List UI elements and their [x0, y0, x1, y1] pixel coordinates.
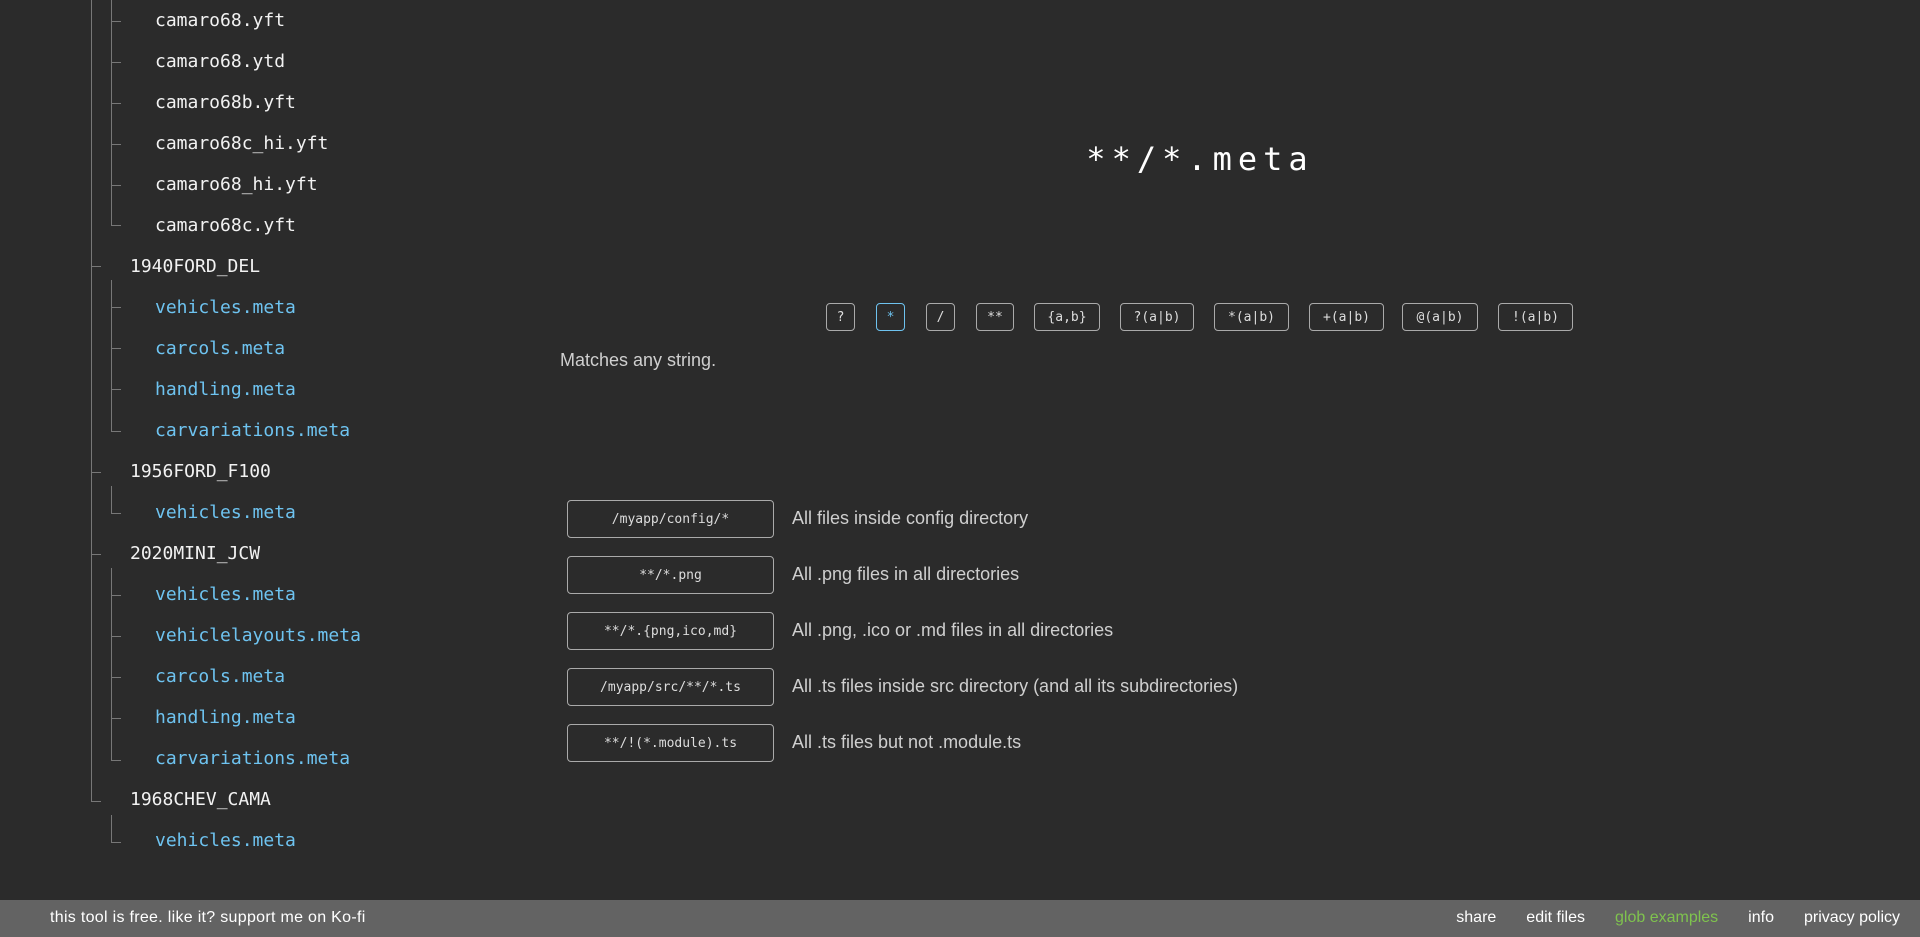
tree-branch-line — [111, 144, 121, 145]
tree-branch-line — [111, 431, 121, 432]
privacy-policy-link[interactable]: privacy policy — [1804, 909, 1900, 927]
tree-file[interactable]: camaro68.yft — [155, 9, 285, 33]
tree-guide-line — [111, 280, 112, 431]
tree-file-match[interactable]: handling.meta — [155, 706, 296, 730]
edit-files-link[interactable]: edit files — [1526, 909, 1585, 927]
example-pattern-button[interactable]: **/!(*.module).ts — [567, 724, 774, 762]
tree-branch-line — [111, 103, 121, 104]
tree-branch-line — [111, 389, 121, 390]
token-braces-button[interactable]: {a,b} — [1034, 303, 1100, 331]
example-description: All .png files in all directories — [792, 564, 1020, 584]
tree-file-match[interactable]: vehicles.meta — [155, 583, 296, 607]
tree-file-match[interactable]: vehiclelayouts.meta — [155, 624, 361, 648]
token-plus-group-button[interactable]: +(a|b) — [1309, 303, 1384, 331]
token-star-group-button[interactable]: *(a|b) — [1214, 303, 1289, 331]
glob-pattern-display[interactable]: **/*.meta — [1000, 140, 1400, 178]
token-question-group-button[interactable]: ?(a|b) — [1120, 303, 1194, 331]
token-slash-button[interactable]: / — [926, 303, 955, 331]
tree-branch-line — [111, 677, 121, 678]
example-description: All .ts files inside src directory (and … — [792, 676, 1239, 696]
tree-file[interactable]: camaro68.ytd — [155, 50, 285, 74]
tree-branch-line — [91, 801, 101, 802]
footer-nav: share edit files glob examples info priv… — [1456, 909, 1900, 927]
tree-guide-line — [111, 486, 112, 513]
tree-file[interactable]: camaro68c_hi.yft — [155, 132, 328, 156]
tree-branch-line — [111, 225, 121, 226]
example-pattern-button[interactable]: /myapp/src/**/*.ts — [567, 668, 774, 706]
tree-branch-line — [111, 595, 121, 596]
tree-folder[interactable]: 1956FORD_F100 — [130, 460, 271, 484]
kofi-support-link[interactable]: this tool is free. like it? support me o… — [50, 909, 366, 927]
tree-branch-line — [111, 513, 121, 514]
file-tree: camaro68.yft camaro68.ytd camaro68b.yft … — [0, 0, 520, 900]
tree-file-match[interactable]: carcols.meta — [155, 337, 285, 361]
tree-file[interactable]: camaro68_hi.yft — [155, 173, 318, 197]
tree-folder[interactable]: 2020MINI_JCW — [130, 542, 260, 566]
example-pattern-button[interactable]: **/*.png — [567, 556, 774, 594]
tree-file[interactable]: camaro68b.yft — [155, 91, 296, 115]
tree-file-match[interactable]: handling.meta — [155, 378, 296, 402]
tree-file-match[interactable]: carcols.meta — [155, 665, 285, 689]
tree-branch-line — [111, 185, 121, 186]
tree-folder[interactable]: 1968CHEV_CAMA — [130, 788, 271, 812]
tree-branch-line — [111, 21, 121, 22]
example-pattern-button[interactable]: /myapp/config/* — [567, 500, 774, 538]
tree-branch-line — [111, 636, 121, 637]
example-description: All .ts files but not .module.ts — [792, 732, 1022, 752]
tree-file-match[interactable]: carvariations.meta — [155, 747, 350, 771]
tree-branch-line — [91, 472, 101, 473]
tree-guide-line — [91, 0, 92, 801]
tree-branch-line — [111, 307, 121, 308]
example-pattern-button[interactable]: **/*.{png,ico,md} — [567, 612, 774, 650]
tree-branch-line — [111, 718, 121, 719]
tree-guide-line — [111, 815, 112, 842]
tree-folder[interactable]: 1940FORD_DEL — [130, 255, 260, 279]
tree-branch-line — [111, 348, 121, 349]
tree-file-match[interactable]: vehicles.meta — [155, 829, 296, 853]
token-star-button[interactable]: * — [876, 303, 905, 331]
tree-branch-line — [91, 266, 101, 267]
tree-file-match[interactable]: vehicles.meta — [155, 296, 296, 320]
tree-guide-line — [111, 0, 112, 225]
tree-file-match[interactable]: vehicles.meta — [155, 501, 296, 525]
token-not-group-button[interactable]: !(a|b) — [1498, 303, 1573, 331]
tree-branch-line — [111, 760, 121, 761]
token-globstar-button[interactable]: ** — [976, 303, 1014, 331]
info-link[interactable]: info — [1748, 909, 1774, 927]
tree-file-match[interactable]: carvariations.meta — [155, 419, 350, 443]
example-description: All files inside config directory — [792, 508, 1029, 528]
example-description: All .png, .ico or .md files in all direc… — [792, 620, 1114, 640]
token-description: Matches any string. — [560, 350, 717, 370]
footer-bar: this tool is free. like it? support me o… — [0, 900, 1920, 937]
glob-examples-link[interactable]: glob examples — [1615, 909, 1718, 927]
tree-file[interactable]: camaro68c.yft — [155, 214, 296, 238]
token-question-button[interactable]: ? — [826, 303, 855, 331]
tree-guide-line — [111, 568, 112, 760]
token-at-group-button[interactable]: @(a|b) — [1402, 303, 1478, 331]
tree-branch-line — [111, 62, 121, 63]
tree-branch-line — [111, 842, 121, 843]
share-link[interactable]: share — [1456, 909, 1496, 927]
tree-branch-line — [91, 554, 101, 555]
